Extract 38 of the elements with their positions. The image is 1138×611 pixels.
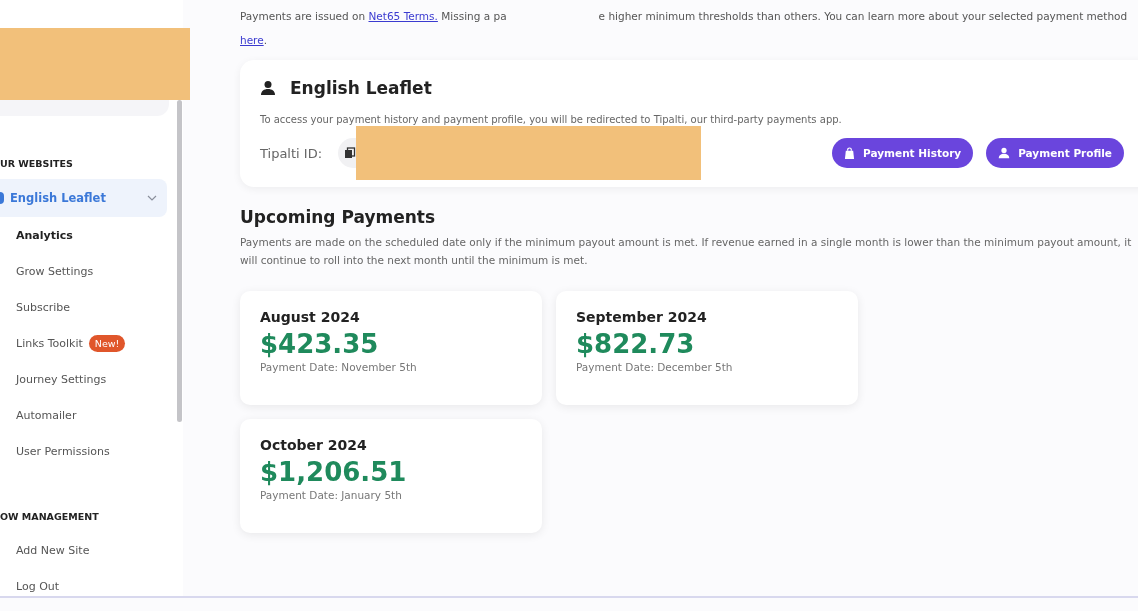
chevron-icon [147, 195, 157, 201]
here-link[interactable]: here [240, 34, 264, 46]
bag-icon [844, 146, 856, 160]
nav-item[interactable]: Analytics [16, 228, 73, 242]
payout-note: Payments are made on the scheduled date only if the minimum payout amount is met. If revenue earned in a single month is lower than the minimum payout amount, it will continue to roll into the next month until the minimum is met. [240, 235, 1133, 268]
nav-item[interactable]: Links Toolkit [16, 336, 83, 350]
payment-amount: $1,206.51 [260, 457, 408, 487]
payment-month: August 2024 [260, 309, 361, 325]
nav-item[interactable]: Grow Settings [16, 264, 94, 278]
copy-icon[interactable] [344, 147, 356, 159]
payment-date: Payment Date: November 5th [260, 361, 418, 373]
section-title: Upcoming Payments [240, 207, 437, 227]
section-heading: UR WEBSITES [0, 158, 74, 169]
nav-item[interactable]: Subscribe [16, 300, 71, 314]
payment-date: Payment Date: December 5th [576, 361, 734, 373]
payment-amount: $822.73 [576, 329, 696, 359]
payment-button[interactable]: Payment History [832, 138, 974, 168]
nav-item[interactable]: Automailer [16, 408, 77, 422]
payment-month: September 2024 [576, 309, 708, 325]
nav-item[interactable]: User Permissions [16, 444, 110, 458]
person-icon [260, 80, 276, 96]
nav-item[interactable]: Add New Site [16, 543, 90, 557]
terms-link[interactable]: Net65 Terms. [368, 10, 438, 22]
nav-item[interactable]: Log Out [16, 579, 60, 593]
nav-item[interactable]: Journey Settings [16, 372, 107, 386]
new-badge: New! [88, 334, 126, 352]
payment-month: October 2024 [260, 437, 368, 453]
scrollbar[interactable] [177, 100, 182, 422]
payment-button[interactable]: Payment Profile [986, 138, 1124, 168]
id-label: Tipalti ID: [260, 145, 324, 161]
payment-date: Payment Date: January 5th [260, 489, 403, 501]
intro-text: Payments are issued on Net65 Terms. Missing a pa e higher minimum thresholds than others. You can learn more about your selected payment method here. [240, 9, 1129, 48]
redirect-note: To access your payment history and payment profile, you will be redirected to Tipalti, our third-party payments app. [260, 114, 843, 125]
section-heading: OW MANAGEMENT [0, 511, 100, 522]
site-title: English Leaflet [290, 78, 432, 98]
payment-amount: $423.35 [260, 329, 380, 359]
person-icon [998, 147, 1011, 159]
site-item[interactable]: English Leaflet [0, 179, 167, 217]
